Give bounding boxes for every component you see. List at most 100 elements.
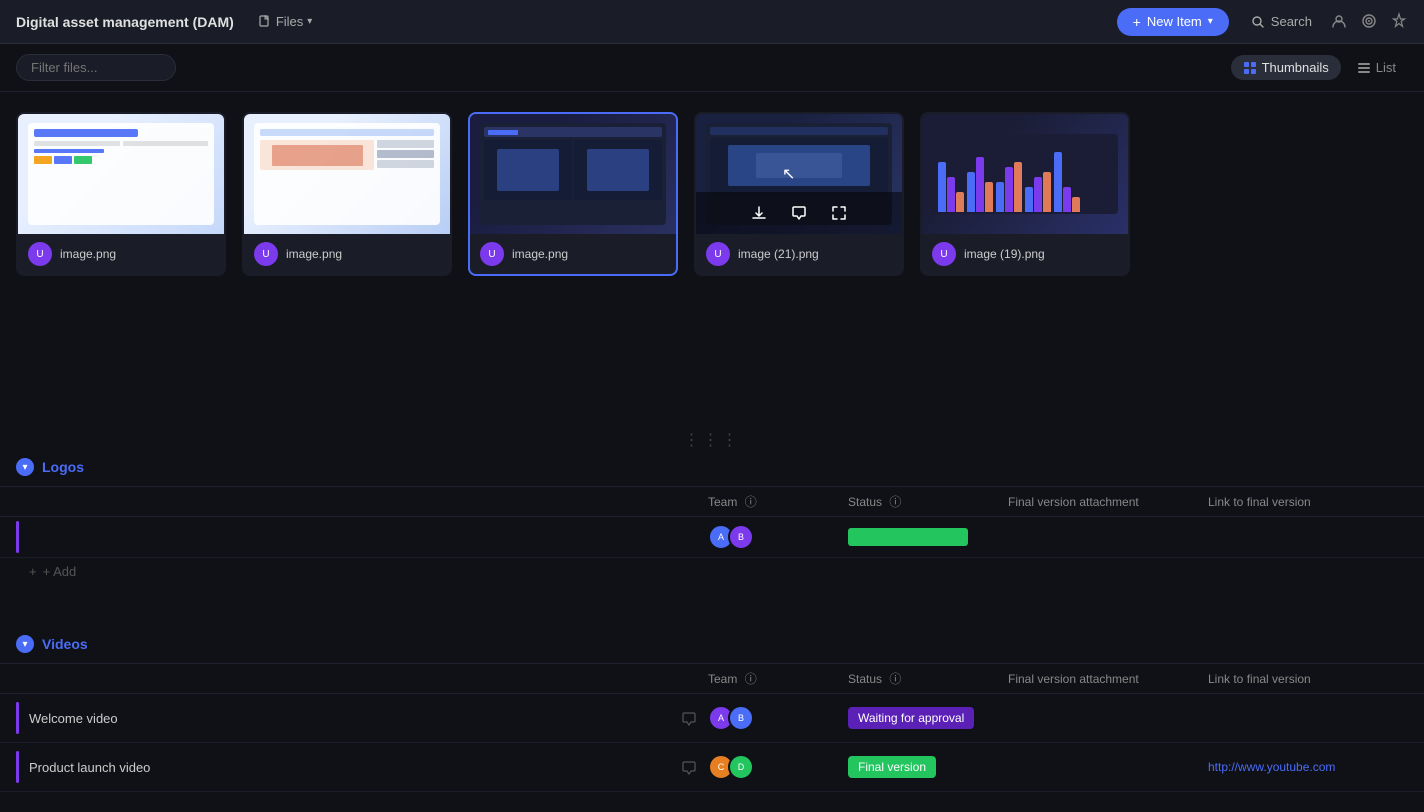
file-card-1[interactable]: U image.png xyxy=(16,112,226,276)
pin-icon[interactable] xyxy=(1390,12,1408,30)
logos-section-title: Logos xyxy=(42,459,84,475)
new-item-button[interactable]: + New Item ▾ xyxy=(1117,8,1229,36)
avatar-1: U xyxy=(28,242,52,266)
video-row-2-status: Final version xyxy=(848,756,1008,778)
video-row-1-name: Welcome video xyxy=(29,711,678,726)
logos-section-header: ▾ Logos xyxy=(0,448,1424,487)
new-item-chevron-icon: ▾ xyxy=(1208,16,1213,27)
drag-dots-icon: ⋮⋮⋮ xyxy=(684,430,741,450)
list-view-button[interactable]: List xyxy=(1345,55,1408,80)
user-icon[interactable] xyxy=(1330,12,1348,30)
video-row-1-comment-button[interactable] xyxy=(678,708,700,728)
comment-button[interactable] xyxy=(787,200,811,226)
file-name-4: image (21).png xyxy=(738,247,819,261)
search-button[interactable]: Search xyxy=(1241,10,1322,33)
search-icon xyxy=(1251,15,1265,29)
avatar-3: U xyxy=(480,242,504,266)
avatar-2: U xyxy=(254,242,278,266)
video-row-1-status: Waiting for approval xyxy=(848,707,1008,729)
list-icon xyxy=(1357,61,1371,75)
files-button[interactable]: Files ▾ xyxy=(250,10,320,33)
toolbar: Thumbnails List xyxy=(0,44,1424,92)
logos-table-header: Team ⓘ Status ⓘ Final version attachment… xyxy=(0,487,1424,517)
app-title: Digital asset management (DAM) xyxy=(16,14,234,30)
thumb-overlay-4 xyxy=(696,192,902,234)
file-card-3[interactable]: U image.png xyxy=(468,112,678,276)
thumb-meta-5: U image (19).png xyxy=(922,234,1128,274)
logos-add-row[interactable]: + + Add xyxy=(0,558,1424,585)
team-info-icon[interactable]: ⓘ xyxy=(745,495,757,509)
filter-input[interactable] xyxy=(16,54,176,81)
chevron-down-icon: ▾ xyxy=(307,16,312,27)
file-name-5: image (19).png xyxy=(964,247,1045,261)
video-2-team-avatars: C D xyxy=(708,754,754,780)
videos-col-link: Link to final version xyxy=(1208,672,1408,686)
status-badge-final: Final version xyxy=(848,756,936,778)
thumb-meta-4: U image (21).png xyxy=(696,234,902,274)
logos-col-link: Link to final version xyxy=(1208,495,1408,509)
comment-icon xyxy=(682,712,696,726)
thumb-meta-3: U image.png xyxy=(470,234,676,274)
logos-collapse-button[interactable]: ▾ xyxy=(16,458,34,476)
thumb-meta-1: U image.png xyxy=(18,234,224,274)
video-row-2-link[interactable]: http://www.youtube.com xyxy=(1208,760,1408,774)
videos-collapse-button[interactable]: ▾ xyxy=(16,635,34,653)
logos-section: ▾ Logos Team ⓘ Status ⓘ Final version at… xyxy=(0,448,1424,605)
video-row-2-name: Product launch video xyxy=(29,760,678,775)
logos-col-team: Team ⓘ xyxy=(708,493,848,510)
file-name-3: image.png xyxy=(512,247,568,261)
youtube-link[interactable]: http://www.youtube.com xyxy=(1208,760,1335,774)
videos-section-header: ▾ Videos xyxy=(0,625,1424,664)
videos-col-attachment: Final version attachment xyxy=(1008,672,1208,686)
avatar-v2-2: D xyxy=(728,754,754,780)
file-card-2[interactable]: U image.png xyxy=(242,112,452,276)
view-toggle: Thumbnails List xyxy=(1231,55,1408,80)
videos-status-info-icon[interactable]: ⓘ xyxy=(889,672,901,686)
video-row-2-team: C D xyxy=(708,754,848,780)
thumb-meta-2: U image.png xyxy=(244,234,450,274)
thumbnails-view-button[interactable]: Thumbnails xyxy=(1231,55,1341,80)
videos-col-team: Team ⓘ xyxy=(708,670,848,687)
thumbnails-grid: U image.png xyxy=(16,112,1408,276)
file-card-5[interactable]: U image (19).png xyxy=(920,112,1130,276)
avatar-4: U xyxy=(706,242,730,266)
thumb-image-1 xyxy=(18,114,224,234)
thumb-image-2 xyxy=(244,114,450,234)
status-info-icon[interactable]: ⓘ xyxy=(889,495,901,509)
video-row-2-comment-button[interactable] xyxy=(678,757,700,777)
grid-icon xyxy=(1243,61,1257,75)
video-row-1[interactable]: Welcome video A B Waiting for approval xyxy=(0,694,1424,743)
videos-section-title: Videos xyxy=(42,636,88,652)
logos-row-status xyxy=(848,528,1008,546)
resize-handle[interactable]: ⋮⋮⋮ xyxy=(0,432,1424,448)
row-accent xyxy=(16,521,19,553)
avatar-5: U xyxy=(932,242,956,266)
videos-col-status: Status ⓘ xyxy=(848,670,1008,687)
videos-section: ▾ Videos Team ⓘ Status ⓘ Final version a… xyxy=(0,625,1424,812)
header-icons xyxy=(1330,12,1408,30)
video-row-2[interactable]: Product launch video C D Final version h… xyxy=(0,743,1424,792)
logos-row-team: A B xyxy=(708,524,848,550)
download-button[interactable] xyxy=(747,200,771,226)
thumb-image-3 xyxy=(470,114,676,234)
video-row-1-team: A B xyxy=(708,705,848,731)
logos-status-row[interactable]: A B xyxy=(0,517,1424,558)
thumb-image-5 xyxy=(922,114,1128,234)
row-accent-video-2 xyxy=(16,751,19,783)
header: Digital asset management (DAM) Files ▾ +… xyxy=(0,0,1424,44)
add-icon: + xyxy=(29,564,37,579)
radar-icon[interactable] xyxy=(1360,12,1378,30)
logos-col-attachment: Final version attachment xyxy=(1008,495,1208,509)
file-icon xyxy=(258,15,272,29)
videos-table-header: Team ⓘ Status ⓘ Final version attachment… xyxy=(0,664,1424,694)
comment-icon-2 xyxy=(682,761,696,775)
file-card-4[interactable]: ↖ xyxy=(694,112,904,276)
file-name-2: image.png xyxy=(286,247,342,261)
thumb-image-4: ↖ xyxy=(696,114,902,234)
plus-icon: + xyxy=(1133,14,1141,30)
avatar-team-2: B xyxy=(728,524,754,550)
expand-button[interactable] xyxy=(827,200,851,226)
videos-team-info-icon[interactable]: ⓘ xyxy=(745,672,757,686)
files-area: U image.png xyxy=(0,92,1424,432)
row-accent-video-1 xyxy=(16,702,19,734)
